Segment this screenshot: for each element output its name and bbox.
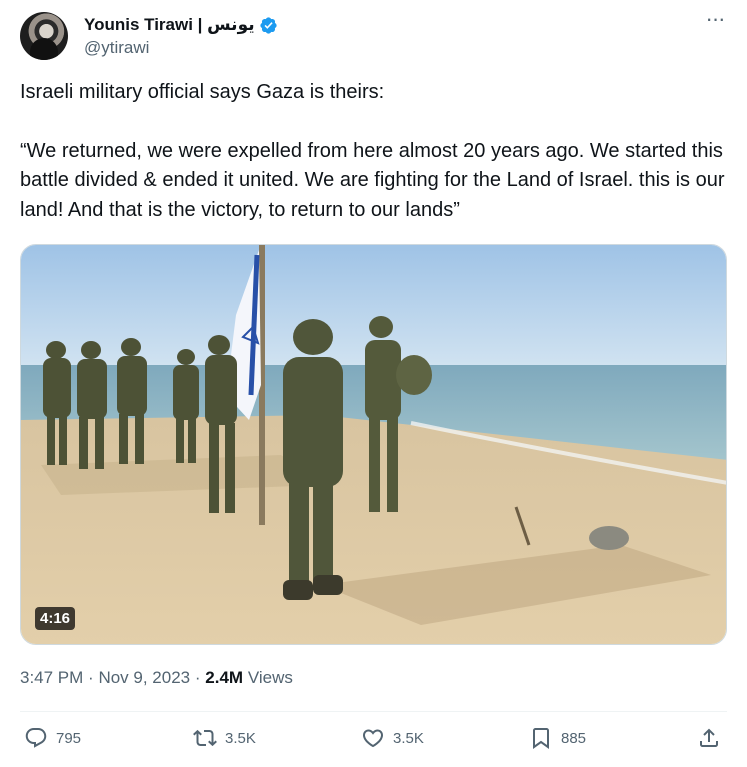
tweet-date[interactable]: Nov 9, 2023 [98, 668, 190, 687]
avatar[interactable] [20, 12, 68, 60]
heart-icon [362, 729, 384, 748]
video-player[interactable]: 4:16 [20, 244, 727, 645]
tweet-metadata: 3:47 PM · Nov 9, 2023 · 2.4M Views [20, 668, 293, 688]
like-count: 3.5K [393, 729, 424, 747]
more-options-icon[interactable]: ··· [703, 8, 727, 36]
share-icon [700, 728, 718, 747]
repost-icon [193, 729, 217, 747]
repost-count: 3.5K [225, 729, 256, 747]
repost-button[interactable]: 3.5K [193, 726, 256, 750]
video-duration: 4:16 [35, 607, 76, 630]
reply-button[interactable]: 795 [24, 726, 81, 750]
bookmark-count: 885 [561, 729, 587, 747]
tweet-time[interactable]: 3:47 PM [20, 668, 83, 687]
views-count[interactable]: 2.4M [205, 668, 243, 687]
bookmark-button[interactable]: 885 [529, 726, 586, 750]
action-bar: 795 3.5K 3.5K 885 [20, 726, 727, 756]
tweet-text: Israeli military official says Gaza is t… [20, 78, 727, 225]
meta-separator: · [88, 668, 94, 687]
like-button[interactable]: 3.5K [361, 726, 424, 750]
author-handle[interactable]: @ytirawi [84, 38, 149, 58]
author-display-name[interactable]: Younis Tirawi | يونس [84, 15, 255, 35]
verified-badge-icon [260, 16, 277, 34]
bookmark-icon [533, 728, 549, 749]
share-button[interactable] [697, 726, 721, 750]
tweet-quote: “We returned, we were expelled from here… [20, 139, 725, 221]
views-label: Views [247, 668, 293, 687]
video-thumbnail [21, 245, 726, 644]
meta-separator-2: · [194, 668, 201, 687]
tweet-header: Younis Tirawi | يونس @ytirawi ··· [20, 8, 727, 64]
divider [20, 711, 727, 712]
reply-count: 795 [56, 729, 82, 747]
author-name-line[interactable]: Younis Tirawi | يونس [84, 15, 278, 35]
tweet-intro: Israeli military official says Gaza is t… [20, 81, 385, 103]
reply-icon [25, 728, 47, 748]
